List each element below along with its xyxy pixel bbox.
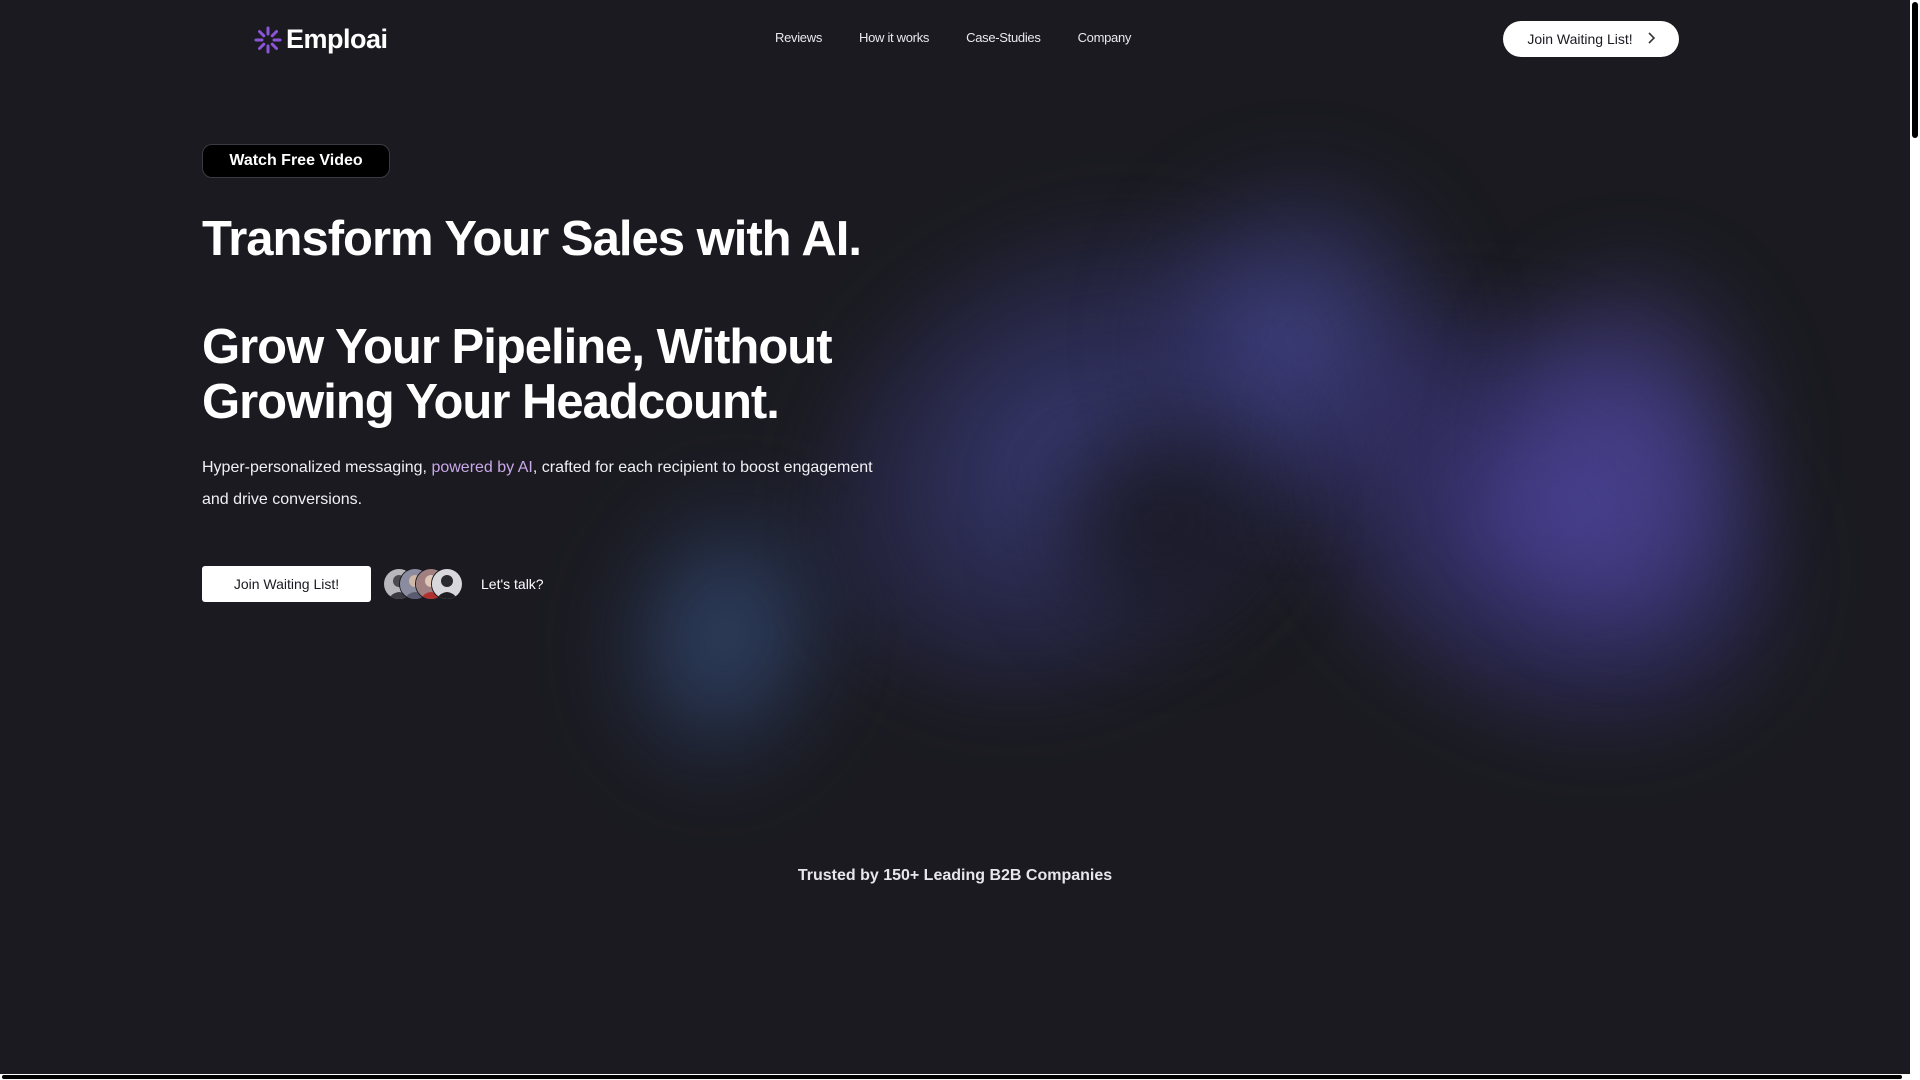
vertical-scrollbar[interactable] [1910,0,1920,1080]
hero-description: Hyper-personalized messaging, powered by… [202,452,892,516]
hero-subtitle: Grow Your Pipeline, Without Growing Your… [202,320,833,429]
brand-name: Emploai [286,24,388,54]
avatar [431,568,463,600]
nav-links: Reviews How it works Case-Studies Compan… [775,30,1168,45]
join-waiting-list-button[interactable]: Join Waiting List! [202,566,371,602]
nav-link-case-studies[interactable]: Case-Studies [966,30,1041,45]
trusted-by-heading: Trusted by 150+ Leading B2B Companies [797,867,1113,884]
background-glow-right [1219,225,1861,815]
join-waiting-list-label: Join Waiting List! [233,576,340,592]
hero-description-text: Hyper-personalized messaging, [202,459,432,476]
brand-logo[interactable]: Emploai [254,24,388,55]
nav-cta-label: Join Waiting List! [1527,31,1633,47]
horizontal-scrollbar-thumb[interactable] [2,1075,1902,1079]
background-glow-left [576,465,874,805]
hero-description-highlight: powered by AI [431,459,533,476]
hero-title: Transform Your Sales with AI. [202,212,862,266]
nav-link-how-it-works[interactable]: How it works [859,30,929,45]
background-glow-far-right [1500,270,1760,630]
nav-join-waiting-list-button[interactable]: Join Waiting List! [1503,21,1679,57]
vertical-scrollbar-thumb[interactable] [1912,2,1918,138]
chevron-right-icon [1647,31,1655,47]
background-glow-peak [1150,180,1450,500]
team-avatars[interactable] [383,568,465,600]
horizontal-scrollbar[interactable] [0,1074,1910,1080]
top-navigation: Emploai Reviews How it works Case-Studie… [0,0,1920,80]
watch-free-video-button[interactable]: Watch Free Video [202,144,390,178]
lets-talk-link[interactable]: Let's talk? [481,576,544,592]
landing-page: Emploai Reviews How it works Case-Studie… [0,0,1920,1080]
nav-link-reviews[interactable]: Reviews [775,30,822,45]
sunburst-logo-icon [254,26,282,53]
watch-free-video-label: Watch Free Video [229,152,363,169]
background-shadow [1040,410,1280,630]
nav-link-company[interactable]: Company [1078,30,1132,45]
